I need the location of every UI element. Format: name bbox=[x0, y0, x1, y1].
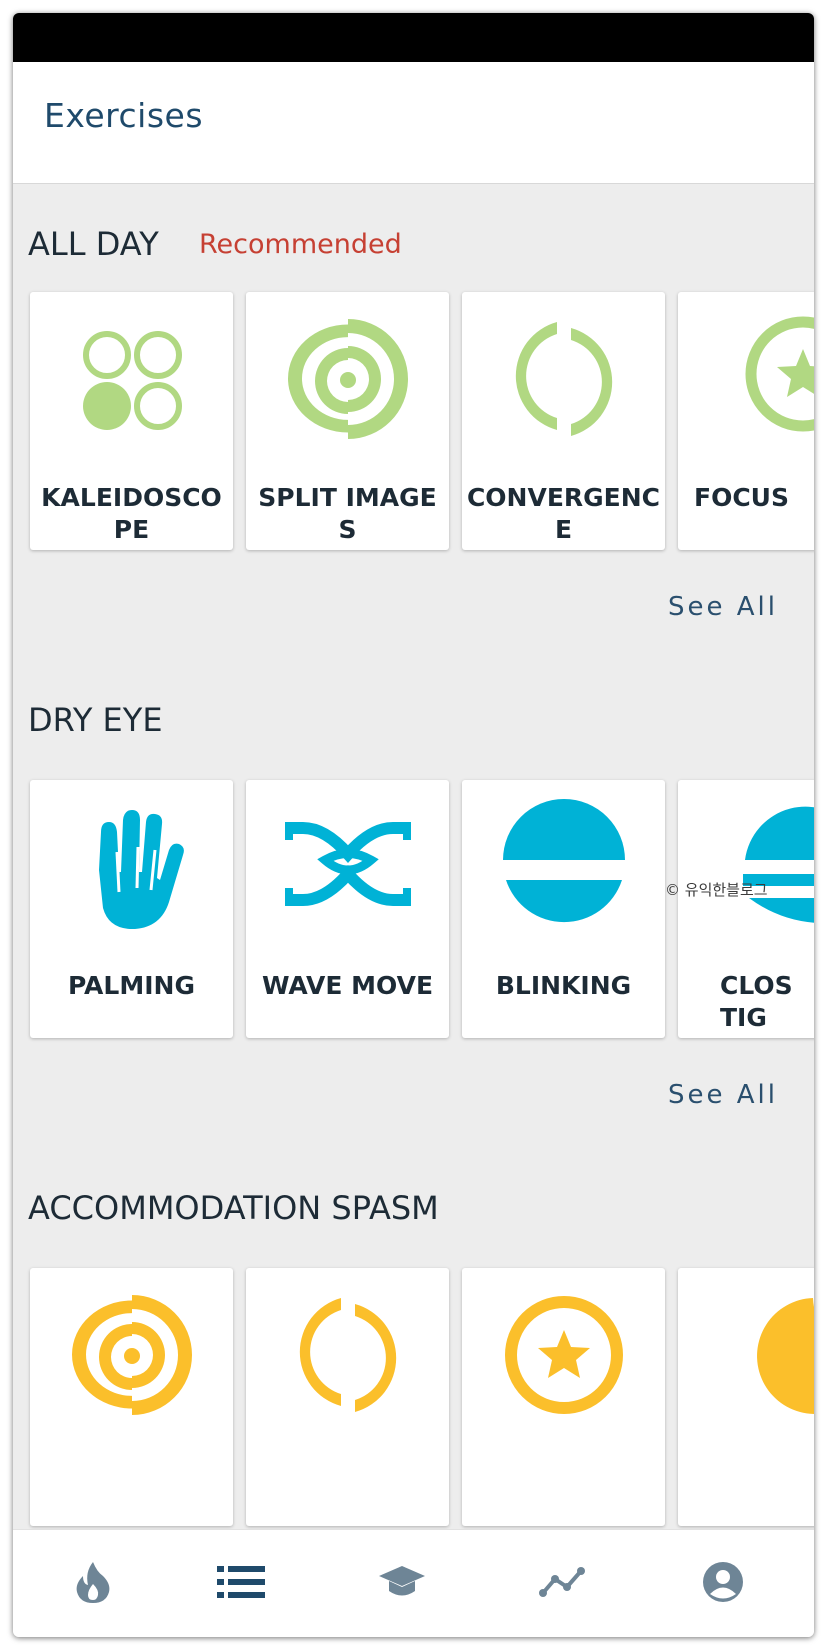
focus-star-icon bbox=[678, 304, 814, 454]
exercise-card-kaleidoscope[interactable]: KALEIDOSCOPE bbox=[30, 292, 233, 550]
card-label: PALMING bbox=[68, 971, 195, 1000]
exercise-card-blinking[interactable]: BLINKING bbox=[462, 780, 665, 1038]
see-all-dry-eye-link[interactable]: See All bbox=[668, 1080, 778, 1110]
exercise-card-focus[interactable]: FOCUS bbox=[678, 292, 814, 550]
exercise-card-wave-move[interactable]: WAVE MOVE bbox=[246, 780, 449, 1038]
recommended-badge: Recommended bbox=[199, 229, 402, 260]
card-label: KALEIDOSCOPE bbox=[41, 483, 222, 544]
nav-tab-daily[interactable] bbox=[13, 1530, 173, 1637]
exercise-card-crescent[interactable] bbox=[678, 1268, 814, 1526]
card-label: WAVE MOVE bbox=[261, 971, 434, 1000]
watermark: © 유익한블로그 bbox=[665, 881, 768, 899]
kaleidoscope-icon bbox=[30, 304, 233, 454]
app-bar: Exercises bbox=[13, 62, 814, 184]
trend-line-icon bbox=[539, 1567, 585, 1601]
exercise-card-closed-tight[interactable]: CLOS TIG bbox=[678, 780, 814, 1038]
section-title-accommodation-spasm: ACCOMMODATION SPASM bbox=[28, 1189, 439, 1227]
exercise-card-convergence-yellow[interactable] bbox=[246, 1268, 449, 1526]
nav-tab-profile[interactable] bbox=[643, 1530, 803, 1637]
section-title-dry-eye: DRY EYE bbox=[28, 701, 163, 739]
blink-icon bbox=[462, 792, 665, 942]
phone-screen: Exercises ALL DAY Recommended KALEIDOSCO… bbox=[13, 13, 814, 1637]
focus-star-icon bbox=[462, 1280, 665, 1430]
closed-eye-icon bbox=[678, 792, 814, 942]
convergence-icon bbox=[246, 1280, 449, 1430]
see-all-all-day-link[interactable]: See All bbox=[668, 592, 778, 622]
status-bar bbox=[13, 13, 814, 62]
profile-icon bbox=[702, 1561, 744, 1607]
all-day-card-row[interactable]: KALEIDOSCOPE SPLIT IMAGES CONVERGENCE FO… bbox=[13, 292, 814, 550]
flame-icon bbox=[73, 1560, 113, 1608]
card-label: SPLIT IMAGES bbox=[258, 483, 437, 544]
wave-icon bbox=[246, 792, 449, 942]
list-icon bbox=[217, 1566, 265, 1602]
card-label: FOCUS bbox=[694, 483, 789, 512]
nav-tab-learn[interactable] bbox=[322, 1530, 482, 1637]
card-label: CONVERGENCE bbox=[466, 483, 661, 544]
exercise-card-focus-yellow[interactable] bbox=[462, 1268, 665, 1526]
exercise-card-palming[interactable]: PALMING bbox=[30, 780, 233, 1038]
hand-icon bbox=[30, 792, 233, 942]
convergence-icon bbox=[462, 304, 665, 454]
section-title-all-day: ALL DAY bbox=[28, 225, 159, 263]
nav-tab-exercises[interactable] bbox=[161, 1530, 321, 1637]
crescent-icon bbox=[678, 1280, 814, 1430]
exercise-card-convergence[interactable]: CONVERGENCE bbox=[462, 292, 665, 550]
card-label: BLINKING bbox=[495, 971, 632, 1000]
graduation-cap-icon bbox=[379, 1564, 425, 1604]
split-spiral-icon bbox=[246, 304, 449, 454]
accommodation-spasm-card-row[interactable] bbox=[13, 1268, 814, 1526]
bottom-navigation bbox=[13, 1529, 814, 1637]
exercise-card-split-spiral[interactable] bbox=[30, 1268, 233, 1526]
split-spiral-icon bbox=[30, 1280, 233, 1430]
nav-tab-progress[interactable] bbox=[482, 1530, 642, 1637]
exercise-card-split-images[interactable]: SPLIT IMAGES bbox=[246, 292, 449, 550]
card-label: CLOS TIG bbox=[720, 971, 793, 1032]
page-title: Exercises bbox=[44, 96, 204, 135]
dry-eye-card-row[interactable]: PALMING WAVE MOVE BLINKING CLOS TIG bbox=[13, 780, 814, 1038]
